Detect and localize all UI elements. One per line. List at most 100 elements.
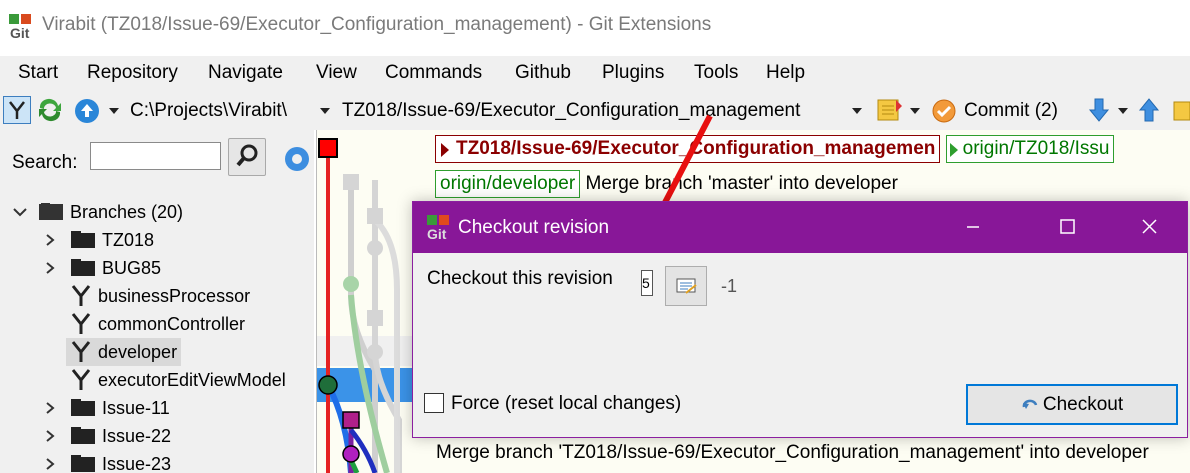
commit-button[interactable]: Commit (2) [964, 100, 1058, 122]
commit-message[interactable]: Merge branch 'TZ018/Issue-69/Executor_Co… [436, 442, 1149, 464]
chevron-right-icon[interactable] [44, 428, 56, 444]
tree-label: Issue-23 [102, 453, 172, 473]
tree-label: Issue-22 [102, 425, 172, 446]
checkout-revision-dialog: Git Checkout revision Checkout this revi… [412, 201, 1188, 438]
revision-input[interactable] [641, 270, 653, 296]
tree-branches-root[interactable]: Branches (20) [12, 198, 183, 226]
tree-item-commoncontroller[interactable]: commonController [70, 310, 245, 338]
folder-icon [71, 259, 95, 276]
menu-start[interactable]: Start [18, 62, 58, 84]
tree-item-issue-11[interactable]: Issue-11 [44, 394, 170, 422]
tree-item-developer[interactable]: developer [66, 338, 182, 366]
folder-icon [71, 399, 95, 416]
tree-label: commonController [98, 313, 246, 334]
origin-developer-ref[interactable]: origin/developer [435, 170, 581, 198]
folder-icon [71, 231, 95, 248]
head-ref-arrow-icon [441, 143, 449, 157]
chevron-down-icon[interactable] [852, 108, 862, 114]
revision-row-head[interactable]: TZ018/Issue-69/Executor_Configuration_ma… [435, 135, 1115, 163]
menu-plugins[interactable]: Plugins [602, 62, 664, 84]
menu-repository[interactable]: Repository [87, 62, 178, 84]
refresh-icon[interactable] [36, 98, 64, 122]
menu-tools[interactable]: Tools [694, 62, 738, 84]
git-extensions-logo-icon: Git [9, 14, 31, 40]
repository-path[interactable]: C:\Projects\Virabit\ [130, 100, 287, 122]
branch-icon [71, 369, 91, 390]
chevron-right-icon[interactable] [44, 260, 56, 276]
tree-label: Issue-11 [102, 397, 170, 418]
chevron-right-icon[interactable] [44, 400, 56, 416]
stash-icon[interactable] [876, 96, 904, 124]
folder-icon[interactable] [1172, 98, 1190, 124]
tree-label: TZ018 [102, 229, 155, 250]
chevron-down-icon[interactable] [320, 108, 330, 114]
force-checkbox-label[interactable]: Force (reset local changes) [451, 393, 681, 415]
maximize-icon[interactable] [1047, 212, 1087, 242]
svg-text:Git: Git [10, 25, 30, 40]
toolbar: C:\Projects\Virabit\ TZ018/Issue-69/Exec… [0, 90, 1190, 130]
chevron-down-icon[interactable] [910, 108, 920, 114]
force-checkbox[interactable] [424, 393, 444, 413]
remote-ref-arrow-icon [949, 143, 958, 157]
folder-icon [71, 455, 95, 472]
chevron-down-icon[interactable] [12, 204, 28, 220]
menu-view[interactable]: View [316, 62, 357, 84]
close-icon[interactable] [1129, 212, 1169, 242]
menu-help[interactable]: Help [766, 62, 805, 84]
push-icon[interactable] [1138, 97, 1160, 123]
tree-item-bug85[interactable]: BUG85 [44, 254, 161, 282]
tree-label: developer [98, 341, 178, 362]
menu-bar: Start Repository Navigate View Commands … [0, 56, 1190, 90]
tree-label: BUG85 [102, 257, 162, 278]
gear-icon[interactable] [280, 142, 310, 176]
menu-navigate[interactable]: Navigate [208, 62, 283, 84]
checkout-icon [1022, 399, 1038, 409]
checkout-button-label: Checkout [1042, 393, 1124, 415]
tree-item-businessprocessor[interactable]: businessProcessor [70, 282, 250, 310]
current-branch[interactable]: TZ018/Issue-69/Executor_Configuration_ma… [342, 100, 800, 122]
chevron-right-icon[interactable] [44, 456, 56, 472]
head-remote-ref[interactable]: origin/TZ018/Issu [945, 135, 1115, 163]
menu-github[interactable]: Github [515, 62, 571, 84]
chevron-down-icon[interactable] [109, 108, 119, 114]
branch-icon [71, 341, 91, 362]
dialog-title: Checkout revision [458, 217, 610, 238]
pull-icon[interactable] [1088, 97, 1110, 123]
checkout-button[interactable]: Checkout [966, 384, 1178, 425]
search-icon [236, 144, 258, 167]
left-panel: Search: Branches (20) TZ018 BUG85 busine… [0, 130, 314, 473]
commit-message: Merge branch 'master' into developer [585, 173, 898, 194]
revision-picker-icon [676, 278, 697, 294]
branch-icon [71, 313, 91, 334]
tree-item-issue-23[interactable]: Issue-23 [44, 450, 171, 473]
head-remote-ref-label: origin/TZ018/Issu [962, 138, 1110, 159]
tree-item-issue-22[interactable]: Issue-22 [44, 422, 171, 450]
search-label: Search: [12, 152, 78, 173]
window-titlebar: Git Virabit (TZ018/Issue-69/Executor_Con… [0, 0, 1190, 52]
search-button[interactable] [228, 138, 266, 176]
svg-text:Git: Git [427, 226, 447, 241]
git-extensions-logo-icon: Git [427, 215, 449, 241]
branches-icon [39, 203, 63, 220]
chevron-right-icon[interactable] [44, 232, 56, 248]
navigate-up-icon[interactable] [74, 98, 100, 124]
tree-item-executoreditviewmodel[interactable]: executorEditViewModel [70, 366, 286, 394]
branch-filter-icon[interactable] [3, 96, 31, 124]
chevron-down-icon[interactable] [1118, 108, 1128, 114]
tree-item-tz018[interactable]: TZ018 [44, 226, 154, 254]
window-title: Virabit (TZ018/Issue-69/Executor_Configu… [42, 14, 712, 35]
tree-label: businessProcessor [98, 285, 251, 306]
revision-graph [318, 138, 402, 473]
commit-icon[interactable] [932, 99, 956, 123]
dialog-titlebar[interactable]: Git Checkout revision [413, 202, 1187, 253]
tree-label: executorEditViewModel [98, 369, 286, 390]
search-input[interactable] [90, 142, 221, 170]
choose-revision-button[interactable] [665, 266, 707, 306]
branch-icon [71, 285, 91, 306]
menu-commands[interactable]: Commands [385, 62, 482, 84]
minimize-icon[interactable] [953, 212, 993, 242]
revision-count: -1 [721, 276, 738, 296]
tree-label: Branches (20) [70, 201, 184, 222]
checkout-revision-label: Checkout this revision [427, 268, 613, 289]
folder-icon [71, 427, 95, 444]
